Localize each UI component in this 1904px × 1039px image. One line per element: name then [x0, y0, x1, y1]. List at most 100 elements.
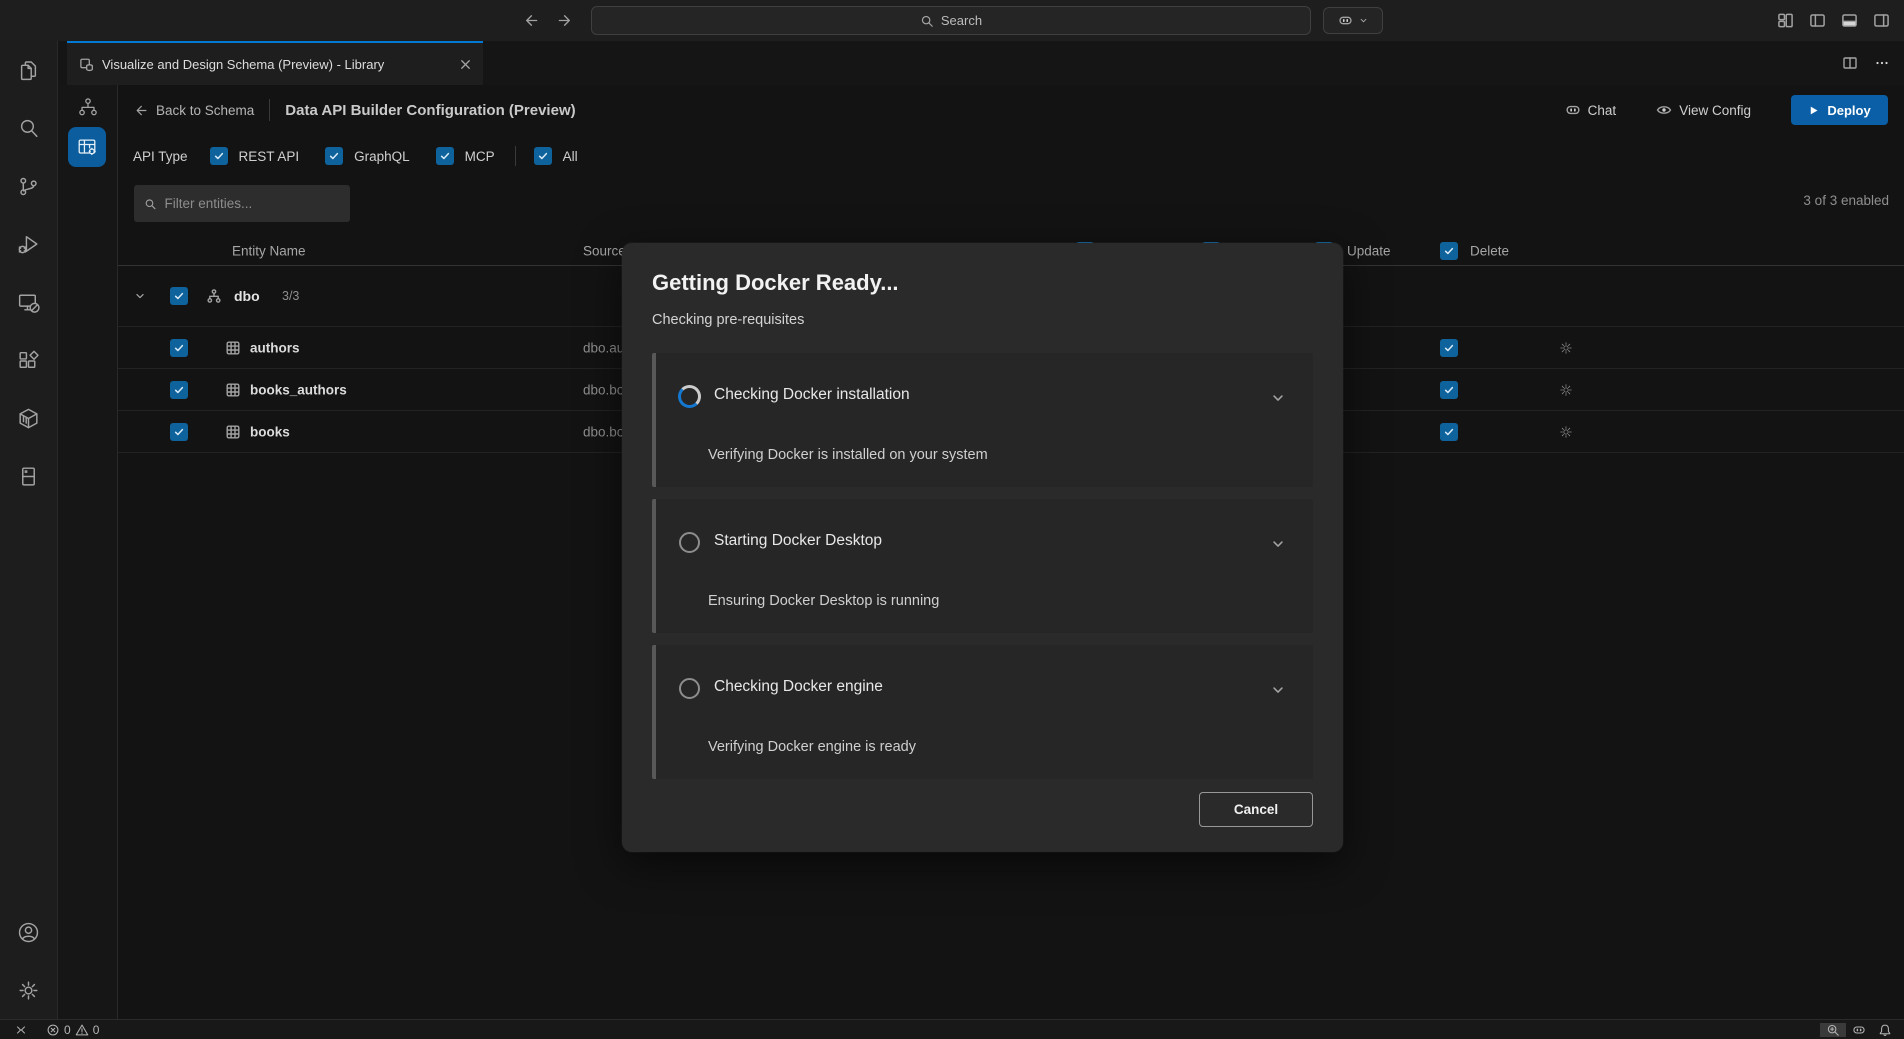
run-debug-icon[interactable]	[0, 215, 58, 273]
back-to-schema-link[interactable]: Back to Schema	[133, 103, 254, 118]
zoom-indicator[interactable]	[1820, 1023, 1846, 1037]
col-delete: Delete	[1470, 243, 1509, 258]
chat-button[interactable]: Chat	[1565, 102, 1617, 118]
entity-name: books_authors	[250, 382, 347, 397]
account-icon[interactable]	[0, 903, 58, 961]
database-design-icon	[79, 57, 94, 72]
graphql-label: GraphQL	[354, 149, 410, 164]
schema-icon	[206, 288, 222, 304]
zoom-in-icon	[1826, 1023, 1840, 1037]
deploy-button[interactable]: Deploy	[1791, 95, 1888, 125]
tab-visualize-design-schema[interactable]: Visualize and Design Schema (Preview) - …	[67, 41, 483, 85]
view-switcher-toolbar	[58, 85, 118, 1019]
group-checkbox[interactable]	[170, 287, 188, 305]
delete-checkbox[interactable]	[1440, 423, 1458, 441]
row-settings-gear-icon[interactable]	[1558, 340, 1574, 356]
back-to-schema-label: Back to Schema	[156, 103, 254, 118]
remote-indicator[interactable]	[8, 1023, 34, 1037]
col-delete-checkbox[interactable]	[1440, 242, 1458, 260]
extensions-icon[interactable]	[0, 331, 58, 389]
search-icon	[144, 197, 157, 211]
delete-checkbox[interactable]	[1440, 381, 1458, 399]
containers-icon[interactable]	[0, 389, 58, 447]
prerequisite-steps: Checking Docker installation Verifying D…	[652, 353, 1313, 779]
forward-button[interactable]	[557, 12, 574, 29]
view-config-label: View Config	[1679, 103, 1751, 118]
filter-entities-input-wrap	[134, 185, 350, 222]
table-gear-icon	[76, 136, 98, 158]
dialog-footer: Cancel	[652, 792, 1313, 827]
filter-entities-input[interactable]	[165, 196, 340, 211]
chevron-down-icon	[1358, 15, 1369, 26]
error-count: 0	[64, 1023, 71, 1037]
chevron-down-icon[interactable]	[1269, 389, 1287, 407]
chevron-down-icon[interactable]	[133, 289, 147, 303]
arrow-left-icon	[133, 103, 148, 118]
row-checkbox[interactable]	[170, 339, 188, 357]
back-button[interactable]	[522, 12, 539, 29]
arrow-right-icon	[557, 12, 574, 29]
enabled-summary: 3 of 3 enabled	[1803, 193, 1889, 208]
row-settings-gear-icon[interactable]	[1558, 424, 1574, 440]
database-projects-icon[interactable]	[0, 447, 58, 505]
graphql-checkbox[interactable]	[325, 147, 343, 165]
play-icon	[1808, 105, 1819, 116]
rest-api-checkbox[interactable]	[210, 147, 228, 165]
step-label: Starting Docker Desktop	[714, 532, 882, 550]
step-description: Verifying Docker engine is ready	[708, 739, 916, 755]
bell-icon	[1878, 1023, 1892, 1037]
api-config-view-button[interactable]	[68, 127, 106, 167]
settings-gear-icon[interactable]	[0, 961, 58, 1019]
col-update: Update	[1347, 243, 1391, 258]
tab-title: Visualize and Design Schema (Preview) - …	[102, 57, 450, 72]
toggle-secondary-sidebar-icon[interactable]	[1873, 12, 1890, 29]
copilot-icon	[1338, 13, 1353, 28]
notifications[interactable]	[1872, 1023, 1898, 1037]
page-title: Data API Builder Configuration (Preview)	[285, 102, 575, 119]
source-control-icon[interactable]	[0, 157, 58, 215]
remote-explorer-icon[interactable]	[0, 273, 58, 331]
history-nav	[522, 0, 574, 41]
toggle-sidebar-icon[interactable]	[1809, 12, 1826, 29]
layout-controls	[1777, 0, 1890, 41]
cancel-button[interactable]: Cancel	[1199, 792, 1313, 827]
view-config-button[interactable]: View Config	[1656, 102, 1751, 118]
tab-bar: Visualize and Design Schema (Preview) - …	[58, 41, 1904, 85]
copilot-status[interactable]	[1846, 1023, 1872, 1037]
step-checking-docker-engine: Checking Docker engine Verifying Docker …	[652, 645, 1313, 779]
row-checkbox[interactable]	[170, 423, 188, 441]
copilot-icon	[1565, 102, 1581, 118]
table-icon	[225, 382, 241, 398]
mcp-checkbox[interactable]	[436, 147, 454, 165]
dialog-subtitle: Checking pre-requisites	[652, 310, 1313, 330]
schema-designer-view-icon[interactable]	[77, 96, 99, 118]
toggle-panel-icon[interactable]	[1841, 12, 1858, 29]
search-view-icon[interactable]	[0, 99, 58, 157]
customize-layout-icon[interactable]	[1777, 12, 1794, 29]
delete-checkbox[interactable]	[1440, 339, 1458, 357]
row-settings-gear-icon[interactable]	[1558, 382, 1574, 398]
editor-actions	[1842, 41, 1890, 85]
getting-docker-ready-dialog: Getting Docker Ready... Checking pre-req…	[622, 243, 1343, 852]
copilot-menu-button[interactable]	[1323, 7, 1383, 34]
row-checkbox[interactable]	[170, 381, 188, 399]
mcp-label: MCP	[465, 149, 495, 164]
pending-circle-icon	[679, 532, 700, 553]
error-icon	[46, 1023, 60, 1037]
more-actions-icon[interactable]	[1874, 55, 1890, 71]
header-actions: Chat View Config Deploy	[1565, 95, 1904, 125]
all-checkbox[interactable]	[534, 147, 552, 165]
activity-bar	[0, 41, 58, 1019]
api-options-divider	[515, 146, 516, 166]
step-label: Checking Docker installation	[714, 386, 910, 404]
problems-indicator[interactable]: 0 0	[40, 1023, 105, 1037]
chevron-down-icon[interactable]	[1269, 681, 1287, 699]
split-editor-icon[interactable]	[1842, 55, 1858, 71]
close-icon[interactable]	[458, 57, 473, 72]
command-search-box[interactable]: Search	[591, 6, 1311, 35]
spinner-icon	[678, 385, 701, 408]
entity-name: authors	[250, 340, 300, 355]
search-placeholder: Search	[941, 13, 982, 28]
explorer-icon[interactable]	[0, 41, 58, 99]
chevron-down-icon[interactable]	[1269, 535, 1287, 553]
